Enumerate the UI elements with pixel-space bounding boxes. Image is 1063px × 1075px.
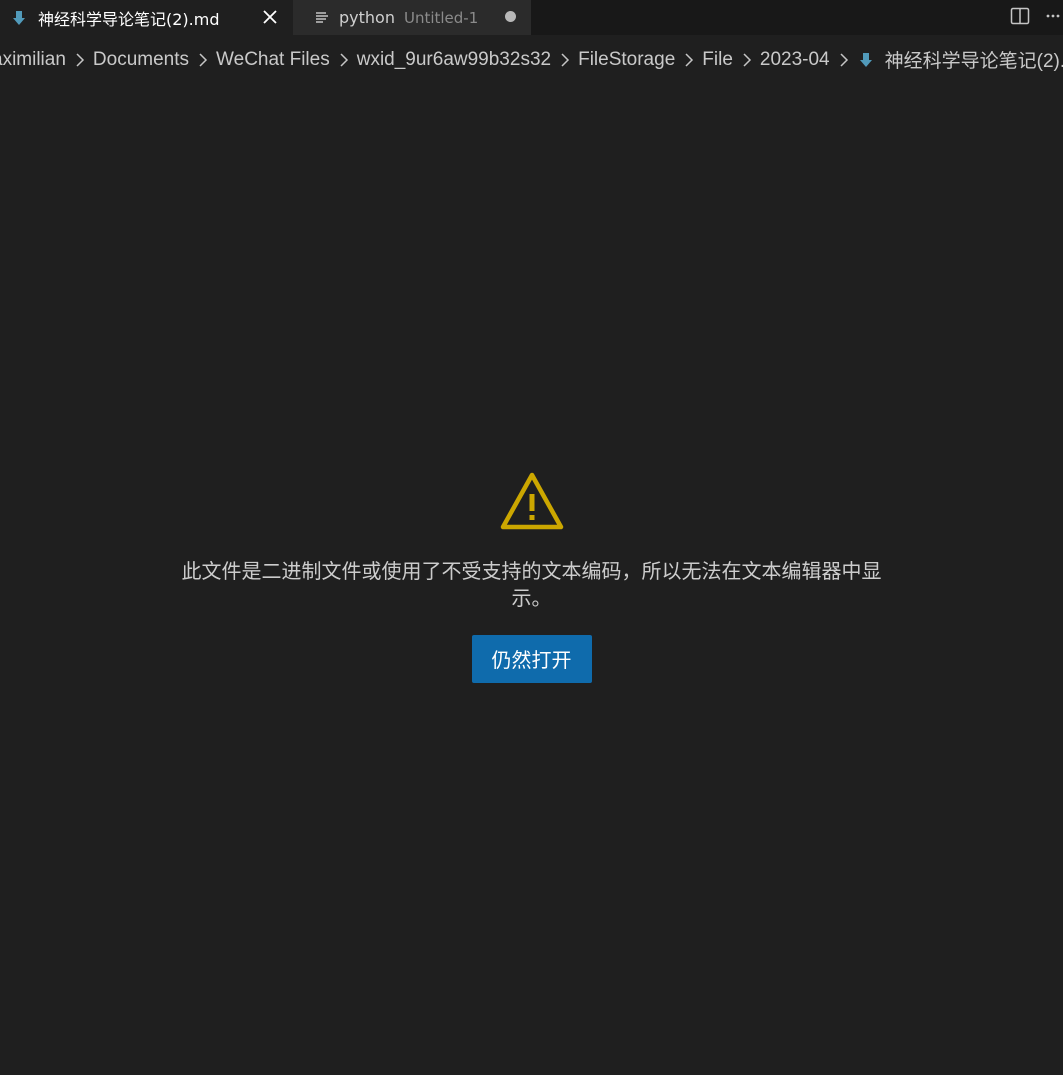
warning-icon: [500, 472, 563, 530]
tab-markdown-file[interactable]: 神经科学导论笔记(2).md: [0, 0, 293, 35]
tab-label: python: [339, 8, 395, 27]
breadcrumb-item[interactable]: 2023-04: [760, 49, 830, 71]
breadcrumb-item[interactable]: File: [702, 49, 733, 71]
breadcrumb-item[interactable]: WeChat Files: [216, 49, 330, 71]
chevron-right-icon: [685, 52, 694, 67]
markdown-icon: [859, 52, 872, 67]
binary-file-notice: 此文件是二进制文件或使用了不受支持的文本编码，所以无法在文本编辑器中显示。 仍然…: [0, 470, 1063, 683]
unsaved-dot-icon[interactable]: [505, 11, 516, 22]
breadcrumb: aximilian Documents WeChat Files wxid_9u…: [0, 35, 1063, 83]
chevron-right-icon: [840, 52, 848, 67]
breadcrumb-item[interactable]: FileStorage: [578, 49, 675, 71]
open-anyway-button[interactable]: 仍然打开: [471, 635, 592, 683]
breadcrumb-item[interactable]: Documents: [93, 49, 189, 71]
chevron-right-icon: [340, 52, 348, 67]
chevron-right-icon: [199, 52, 208, 67]
breadcrumb-item[interactable]: wxid_9ur6aw99b32s32: [357, 49, 551, 71]
breadcrumb-current-file[interactable]: 神经科学导论笔记(2).m: [885, 46, 1063, 73]
tab-untitled[interactable]: python Untitled-1: [293, 0, 531, 35]
chevron-right-icon: [76, 52, 84, 67]
more-actions-icon[interactable]: [1044, 5, 1063, 27]
file-lines-icon: [316, 11, 328, 23]
close-icon[interactable]: [261, 8, 279, 26]
chevron-right-icon: [743, 52, 751, 67]
tab-bar: 神经科学导论笔记(2).md python Untitled-1: [0, 0, 1063, 35]
notice-message: 此文件是二进制文件或使用了不受支持的文本编码，所以无法在文本编辑器中显示。: [181, 559, 882, 610]
breadcrumb-trail: aximilian Documents WeChat Files wxid_9u…: [0, 46, 1063, 73]
breadcrumb-item[interactable]: aximilian: [0, 49, 66, 71]
tab-description: Untitled-1: [403, 8, 479, 27]
markdown-icon: [13, 10, 25, 25]
tab-label: 神经科学导论笔记(2).md: [38, 9, 220, 29]
chevron-right-icon: [561, 52, 570, 67]
split-editor-icon[interactable]: [1009, 5, 1031, 27]
